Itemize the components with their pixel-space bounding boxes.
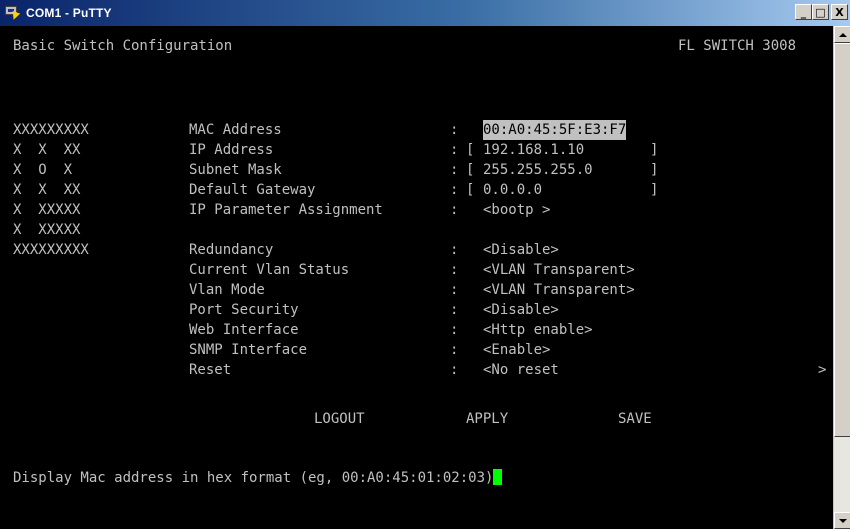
vlan-mode-value[interactable]: <VLAN Transparent> <box>483 280 635 300</box>
maximize-button[interactable]: □ <box>812 4 829 20</box>
field-separator: : <box>450 162 459 178</box>
field-label-ip-address: IP Address <box>189 142 274 158</box>
field-bracket-open: [ <box>466 162 475 178</box>
logo-line: X X XX <box>13 142 81 158</box>
field-separator: : <box>450 302 459 318</box>
field-label-current-vlan-status: Current Vlan Status <box>189 262 350 278</box>
field-label-snmp-interface: SNMP Interface <box>189 342 308 358</box>
text-cursor <box>493 469 503 485</box>
field-label-mac-address: MAC Address <box>189 122 282 138</box>
close-button[interactable]: X <box>831 4 848 20</box>
field-bracket-close: ] <box>650 182 659 198</box>
field-label-default-gateway: Default Gateway <box>189 182 316 198</box>
field-separator: : <box>450 282 459 298</box>
window-titlebar[interactable]: COM1 - PuTTY _ □ X <box>0 0 850 26</box>
screen-title: Basic Switch Configuration <box>13 38 233 54</box>
logo-line: X XXXXX <box>13 202 81 218</box>
save-button[interactable]: SAVE <box>618 409 652 429</box>
putty-icon <box>4 5 21 22</box>
field-label-subnet-mask: Subnet Mask <box>189 162 282 178</box>
mac-address-value[interactable]: 00:A0:45:5F:E3:F7 <box>483 120 627 140</box>
field-separator: : <box>450 122 459 138</box>
field-bracket-close: ] <box>650 162 659 178</box>
line-overflow-marker: > <box>818 362 827 378</box>
status-line: Display Mac address in hex format (eg, 0… <box>13 468 503 488</box>
field-bracket-close: ] <box>650 142 659 158</box>
field-bracket-open: [ <box>466 182 475 198</box>
scroll-thumb[interactable] <box>834 43 850 437</box>
arrow-up-icon <box>838 32 847 37</box>
logo-line: XXXXXXXXX <box>13 122 89 138</box>
window-controls: _ □ X <box>795 4 848 20</box>
redundancy-value[interactable]: <Disable> <box>483 240 559 260</box>
terminal-screen[interactable]: Basic Switch Configuration FL SWITCH 300… <box>0 26 833 529</box>
minimize-button[interactable]: _ <box>795 4 812 20</box>
ip-parameter-assignment-value[interactable]: <bootp > <box>483 200 550 220</box>
apply-button[interactable]: APPLY <box>466 409 508 429</box>
ip-address-value[interactable]: 192.168.1.10 <box>483 140 584 160</box>
field-separator: : <box>450 342 459 358</box>
logo-line: X X XX <box>13 182 81 198</box>
field-separator: : <box>450 362 459 378</box>
reset-value[interactable]: <No reset <box>483 360 559 380</box>
field-label-vlan-mode: Vlan Mode <box>189 282 265 298</box>
device-model: FL SWITCH 3008 <box>678 38 797 54</box>
field-separator: : <box>450 202 459 218</box>
scroll-down-button[interactable] <box>834 512 850 529</box>
field-label-redundancy: Redundancy <box>189 242 274 258</box>
field-separator: : <box>450 142 459 158</box>
status-text: Display Mac address in hex format (eg, 0… <box>13 470 494 486</box>
field-label-reset: Reset <box>189 362 232 378</box>
default-gateway-value[interactable]: 0.0.0.0 <box>483 180 542 200</box>
field-separator: : <box>450 322 459 338</box>
logo-line: XXXXXXXXX <box>13 242 89 258</box>
field-label-ip-parameter-assignment: IP Parameter Assignment <box>189 202 383 218</box>
subnet-mask-value[interactable]: 255.255.255.0 <box>483 160 593 180</box>
field-separator: : <box>450 262 459 278</box>
window-title: COM1 - PuTTY <box>26 6 112 20</box>
web-interface-value[interactable]: <Http enable> <box>483 320 593 340</box>
arrow-down-icon <box>838 518 847 523</box>
field-bracket-open: [ <box>466 142 475 158</box>
logout-button[interactable]: LOGOUT <box>314 409 365 429</box>
field-label-port-security: Port Security <box>189 302 299 318</box>
vertical-scrollbar[interactable] <box>833 26 850 529</box>
logo-line: X XXXXX <box>13 222 81 238</box>
logo-line: X O X <box>13 162 73 178</box>
port-security-value[interactable]: <Disable> <box>483 300 559 320</box>
snmp-interface-value[interactable]: <Enable> <box>483 340 550 360</box>
scroll-up-button[interactable] <box>834 26 850 43</box>
field-separator: : <box>450 182 459 198</box>
current-vlan-status-value[interactable]: <VLAN Transparent> <box>483 260 635 280</box>
field-label-web-interface: Web Interface <box>189 322 299 338</box>
field-separator: : <box>450 242 459 258</box>
